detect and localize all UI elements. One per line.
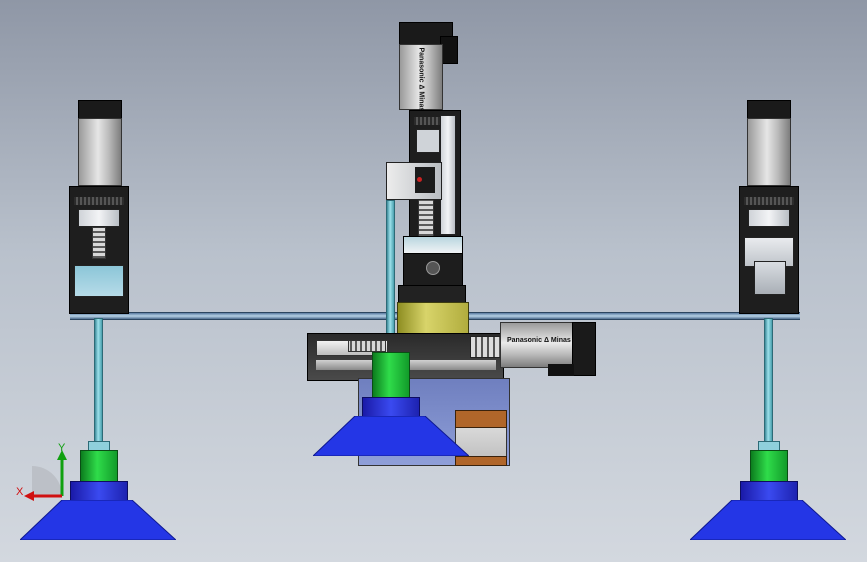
left-fitting — [80, 450, 118, 482]
side-motor-label: Panasonic Δ Minas — [507, 337, 571, 344]
left-motor-body — [78, 118, 122, 186]
left-motor-cap — [78, 100, 122, 120]
left-rod — [94, 318, 103, 444]
right-motor-cap — [747, 100, 791, 120]
right-fitting — [750, 450, 788, 482]
y-axis-label: Y — [58, 442, 66, 454]
side-motor-connector — [548, 364, 574, 376]
center-fitting — [372, 352, 410, 400]
center-motor-body: Panasonic Δ Minas — [399, 44, 443, 112]
side-motor-cap — [572, 322, 596, 376]
right-motor-body — [747, 118, 791, 186]
right-suction-cup — [690, 500, 846, 540]
center-slide-block — [386, 162, 442, 200]
triad-icon — [24, 450, 67, 501]
right-frame — [739, 186, 799, 314]
center-rod — [386, 200, 395, 352]
right-rod — [764, 318, 773, 444]
coupling — [470, 336, 502, 358]
center-motor-label: Panasonic Δ Minas — [417, 47, 425, 112]
side-motor-body: Panasonic Δ Minas — [500, 322, 576, 368]
left-frame — [69, 186, 129, 314]
center-suction-cup — [313, 416, 469, 456]
x-axis-label: X — [16, 486, 24, 498]
center-orange-plate-bottom — [455, 456, 507, 466]
